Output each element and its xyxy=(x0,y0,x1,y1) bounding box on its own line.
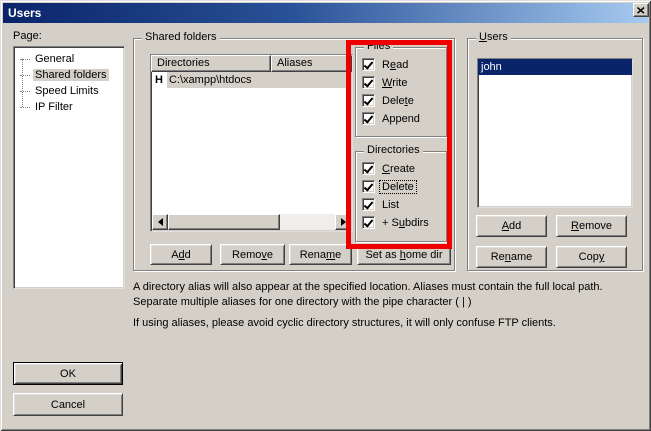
tree-connector xyxy=(20,75,30,76)
label-part: A xyxy=(171,249,178,261)
label-part: e xyxy=(267,249,273,261)
checkbox-checked-icon xyxy=(362,216,375,229)
close-button[interactable] xyxy=(633,3,649,17)
horizontal-scrollbar[interactable] xyxy=(152,214,351,230)
alias-note: A directory alias will also appear at th… xyxy=(133,280,639,310)
scroll-left-button[interactable] xyxy=(152,214,168,230)
label-part: ome dir xyxy=(406,249,443,261)
directories-checkbox-list: Create Delete List + Subdirs xyxy=(362,162,431,229)
user-list-item[interactable]: john xyxy=(478,59,632,75)
label-part: dd xyxy=(509,220,521,232)
tree-connector xyxy=(20,59,30,60)
users-group-label: Users xyxy=(476,31,511,43)
tree-item-label: General xyxy=(33,53,76,65)
table-row[interactable]: H C:\xampp\htdocs xyxy=(151,72,352,88)
close-icon xyxy=(637,7,645,14)
label-part: R xyxy=(571,220,579,232)
scrollbar-thumb[interactable] xyxy=(168,214,280,230)
append-checkbox[interactable]: Append xyxy=(362,112,422,125)
window-title: Users xyxy=(8,6,41,20)
tree-item-general[interactable]: General xyxy=(14,51,124,67)
shared-remove-button[interactable]: Remove xyxy=(220,244,285,265)
checkbox-label: Read xyxy=(380,59,410,71)
tree-item-ip-filter[interactable]: IP Filter xyxy=(14,99,124,115)
checkbox-label: Create xyxy=(380,163,417,175)
checkbox-label: List xyxy=(380,199,401,211)
label-part: A xyxy=(502,220,509,232)
checkbox-label: Delete xyxy=(380,95,416,107)
listview-header: Directories Aliases xyxy=(151,55,352,72)
read-checkbox[interactable]: Read xyxy=(362,58,422,71)
checkbox-checked-icon xyxy=(362,198,375,211)
checkbox-checked-icon xyxy=(362,94,375,107)
checkbox-checked-icon xyxy=(362,162,375,175)
label-part: y xyxy=(599,251,605,263)
write-checkbox[interactable]: Write xyxy=(362,76,422,89)
cancel-button[interactable]: Cancel xyxy=(13,393,123,416)
user-add-button[interactable]: Add xyxy=(476,215,547,237)
cyclic-note: If using aliases, please avoid cyclic di… xyxy=(133,316,639,331)
page-listbox: General Shared folders Speed Limits IP F… xyxy=(13,46,125,289)
checkbox-checked-icon xyxy=(362,76,375,89)
files-checkbox-list: Read Write Delete Append xyxy=(362,58,422,125)
file-delete-checkbox[interactable]: Delete xyxy=(362,94,422,107)
scroll-left-icon xyxy=(158,218,163,226)
label-part: e xyxy=(335,249,341,261)
column-header-aliases[interactable]: Aliases xyxy=(271,55,352,72)
tree-item-label: IP Filter xyxy=(33,101,75,113)
shared-folders-group-label: Shared folders xyxy=(142,31,220,43)
users-listbox: john xyxy=(477,58,633,208)
checkbox-label: Write xyxy=(380,77,409,89)
label-part: d xyxy=(185,249,191,261)
users-dialog: Users Page: General Shared folders Speed… xyxy=(0,0,651,431)
list-checkbox[interactable]: List xyxy=(362,198,431,211)
scroll-right-icon xyxy=(341,218,346,226)
titlebar[interactable]: Users xyxy=(3,3,648,23)
notes: A directory alias will also appear at th… xyxy=(133,280,639,331)
directory-cell: C:\xampp\htdocs xyxy=(167,72,352,88)
checkbox-label: Delete xyxy=(380,181,416,193)
checkbox-checked-icon xyxy=(362,180,375,193)
label-part: Set as xyxy=(365,249,399,261)
label-part: Re xyxy=(491,251,505,263)
page-label: Page: xyxy=(13,30,42,42)
set-as-home-dir-button[interactable]: Set as home dir xyxy=(357,244,451,265)
home-marker: H xyxy=(151,72,167,88)
checkbox-label: Append xyxy=(380,113,422,125)
directories-listview: Directories Aliases H C:\xampp\htdocs xyxy=(150,54,353,232)
label-part: emove xyxy=(579,220,612,232)
user-rename-button[interactable]: Rename xyxy=(476,246,547,268)
checkbox-checked-icon xyxy=(362,112,375,125)
label-part: ame xyxy=(511,251,532,263)
tree-connector xyxy=(20,91,30,92)
directories-group-label: Directories xyxy=(364,144,423,156)
tree-item-speed-limits[interactable]: Speed Limits xyxy=(14,83,124,99)
tree-connector xyxy=(20,107,30,108)
subdirs-checkbox[interactable]: + Subdirs xyxy=(362,216,431,229)
tree-item-label: Shared folders xyxy=(33,69,109,81)
column-header-directories[interactable]: Directories xyxy=(151,55,271,72)
tree-item-label: Speed Limits xyxy=(33,85,101,97)
user-remove-button[interactable]: Remove xyxy=(556,215,627,237)
shared-add-button[interactable]: Add xyxy=(150,244,212,265)
scroll-right-button[interactable] xyxy=(335,214,351,230)
files-group-label: Files xyxy=(364,40,393,52)
label-part: m xyxy=(326,249,335,261)
shared-rename-button[interactable]: Rename xyxy=(289,244,352,265)
label-part: Remo xyxy=(232,249,261,261)
page-tree: General Shared folders Speed Limits IP F… xyxy=(14,47,124,115)
tree-item-shared-folders[interactable]: Shared folders xyxy=(14,67,124,83)
label-part: Rena xyxy=(300,249,326,261)
checkbox-label: + Subdirs xyxy=(380,217,431,229)
create-checkbox[interactable]: Create xyxy=(362,162,431,175)
scrollbar-track[interactable] xyxy=(280,214,335,230)
user-copy-button[interactable]: Copy xyxy=(556,246,627,268)
checkbox-checked-icon xyxy=(362,58,375,71)
ok-button[interactable]: OK xyxy=(13,362,123,385)
label-part: Cop xyxy=(579,251,599,263)
dir-delete-checkbox[interactable]: Delete xyxy=(362,180,431,193)
